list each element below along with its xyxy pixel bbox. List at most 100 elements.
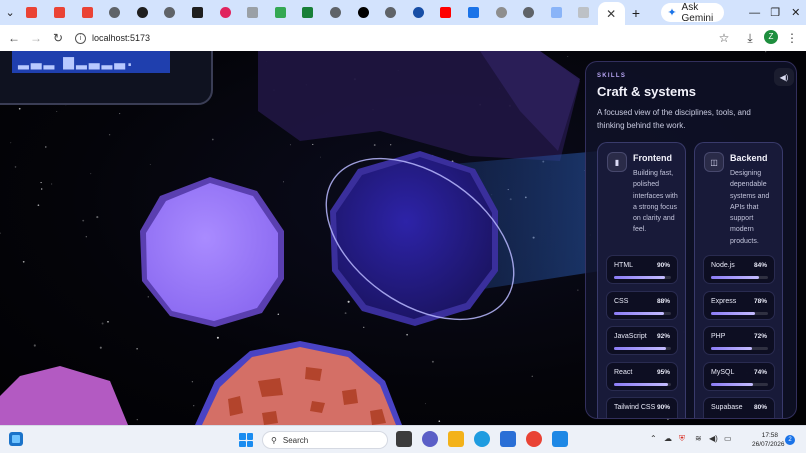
close-window-icon[interactable]: ✕ — [785, 6, 806, 19]
star — [149, 164, 151, 166]
active-tab[interactable]: ✕ — [597, 2, 625, 25]
chevron-up-icon[interactable]: ⌃ — [650, 434, 657, 443]
browser-tab[interactable] — [404, 0, 432, 25]
forward-arrow-icon[interactable]: → — [25, 27, 47, 49]
ask-gemini-button[interactable]: ✦ Ask Gemini — [661, 1, 725, 24]
skill-row: CSS 88% — [606, 290, 678, 320]
site-info-icon[interactable]: i — [75, 32, 86, 44]
panel-description: A focused view of the disciplines, tools… — [597, 108, 751, 130]
new-tab-button[interactable]: + — [629, 3, 644, 23]
browser-tab[interactable] — [18, 0, 46, 25]
browser-tab[interactable] — [570, 0, 598, 25]
star — [347, 300, 350, 303]
widgets-icon[interactable] — [9, 432, 23, 446]
file-explorer-icon[interactable] — [448, 431, 464, 447]
chrome-icon[interactable] — [526, 431, 542, 447]
star — [40, 182, 42, 184]
browser-tab[interactable] — [101, 0, 129, 25]
gmail-icon — [54, 7, 66, 18]
address-bar[interactable]: i localhost:5173 — [75, 27, 715, 49]
app-icon — [495, 7, 507, 18]
skill-row: Tailwind CSS 90% — [606, 397, 678, 419]
back-arrow-icon[interactable]: ← — [3, 27, 25, 49]
skill-progress-track — [614, 347, 671, 350]
star — [425, 403, 426, 405]
frontend-card: ▮ Frontend Building fast, polished inter… — [597, 142, 686, 419]
skill-progress-fill — [614, 382, 669, 386]
skill-percent: 74% — [753, 368, 767, 376]
windows-taskbar: ⚲ Search ⌃ ☁ ⛨ ≋ ◀) ▭ 17:58 26/07/2026 2 — [0, 425, 806, 453]
battery-icon[interactable]: ▭ — [724, 434, 732, 443]
tab-list: ✕ — [18, 0, 625, 25]
close-tab-icon[interactable]: ✕ — [606, 8, 616, 20]
browser-toolbar: ← → ↻ i localhost:5173 ☆ ⤓ Z ⋮ — [0, 25, 806, 51]
skill-row: JavaScript 92% — [606, 326, 678, 355]
chat-icon — [164, 7, 176, 18]
download-icon[interactable]: ⤓ — [739, 27, 761, 49]
browser-tab[interactable] — [322, 0, 350, 25]
app-icon — [578, 7, 590, 18]
browser-tab[interactable] — [73, 0, 101, 25]
star — [22, 260, 25, 263]
kebab-menu-icon[interactable]: ⋮ — [781, 27, 803, 49]
browser-tab[interactable] — [349, 0, 377, 25]
security-icon[interactable]: ⛨ — [679, 434, 685, 444]
tab-strip: ⌄ ✕ + ✦ Ask Gemini — ❐ ✕ — [0, 0, 806, 25]
bookmark-star-icon[interactable]: ☆ — [713, 27, 735, 49]
vscode-icon[interactable] — [552, 431, 568, 447]
logo-glyphs: ▂▃▂ ▆▂▃▂▃. — [17, 54, 134, 70]
skill-name: Node.js — [711, 262, 735, 269]
taskbar-search-box[interactable]: ⚲ Search — [262, 431, 388, 449]
skill-progress-fill — [614, 418, 665, 419]
wifi-icon[interactable]: ≋ — [695, 434, 702, 443]
start-windows-icon[interactable] — [239, 433, 253, 447]
cloud-icon[interactable]: ☁ — [664, 434, 672, 443]
browser-tab[interactable] — [267, 0, 295, 25]
skill-progress-track — [614, 382, 671, 386]
browser-tab[interactable] — [487, 0, 515, 25]
browser-tab[interactable] — [239, 0, 267, 25]
browser-tab[interactable] — [184, 0, 212, 25]
browser-tab[interactable] — [129, 0, 157, 25]
star — [390, 144, 392, 146]
browser-tab[interactable] — [377, 0, 405, 25]
site-icon — [357, 7, 369, 18]
speaker-icon[interactable]: ◀) — [774, 68, 794, 86]
browser-tab[interactable] — [460, 0, 488, 25]
browser-tab[interactable] — [294, 0, 322, 25]
teams-icon[interactable] — [422, 431, 438, 447]
system-clock[interactable]: 17:58 26/07/2026 — [752, 431, 785, 449]
task-view-icon[interactable] — [396, 431, 412, 447]
skills-panel: SKILLS Craft & systems A focused view of… — [585, 61, 797, 419]
star — [85, 236, 87, 238]
github-icon — [136, 7, 148, 18]
star — [431, 360, 434, 363]
backend-columns-icon: ◫ — [704, 152, 724, 172]
app-icon — [550, 7, 562, 18]
skill-progress-track — [711, 276, 768, 279]
browser-tab[interactable] — [156, 0, 184, 25]
notification-badge[interactable]: 2 — [785, 435, 795, 445]
browser-tab[interactable] — [46, 0, 74, 25]
ask-gemini-label: Ask Gemini — [681, 1, 714, 24]
skill-name: Tailwind CSS — [614, 404, 656, 411]
star — [765, 51, 767, 53]
frontend-title: Frontend — [633, 153, 672, 163]
tab-search-icon[interactable]: ⌄ — [2, 2, 18, 24]
star — [18, 107, 21, 110]
gmail-icon — [81, 7, 93, 18]
profile-avatar[interactable]: Z — [764, 30, 778, 44]
minimize-icon[interactable]: — — [744, 7, 765, 19]
backend-title: Backend — [730, 153, 768, 163]
browser-tab[interactable] — [432, 0, 460, 25]
reload-icon[interactable]: ↻ — [47, 27, 69, 49]
browser-tab[interactable] — [515, 0, 543, 25]
restore-icon[interactable]: ❐ — [765, 6, 786, 19]
browser-tab[interactable] — [211, 0, 239, 25]
edge-icon[interactable] — [474, 431, 490, 447]
app-icon — [467, 7, 479, 18]
volume-icon[interactable]: ◀) — [709, 434, 718, 443]
store-icon[interactable] — [500, 431, 516, 447]
browser-tab[interactable] — [542, 0, 570, 25]
star — [211, 138, 214, 141]
